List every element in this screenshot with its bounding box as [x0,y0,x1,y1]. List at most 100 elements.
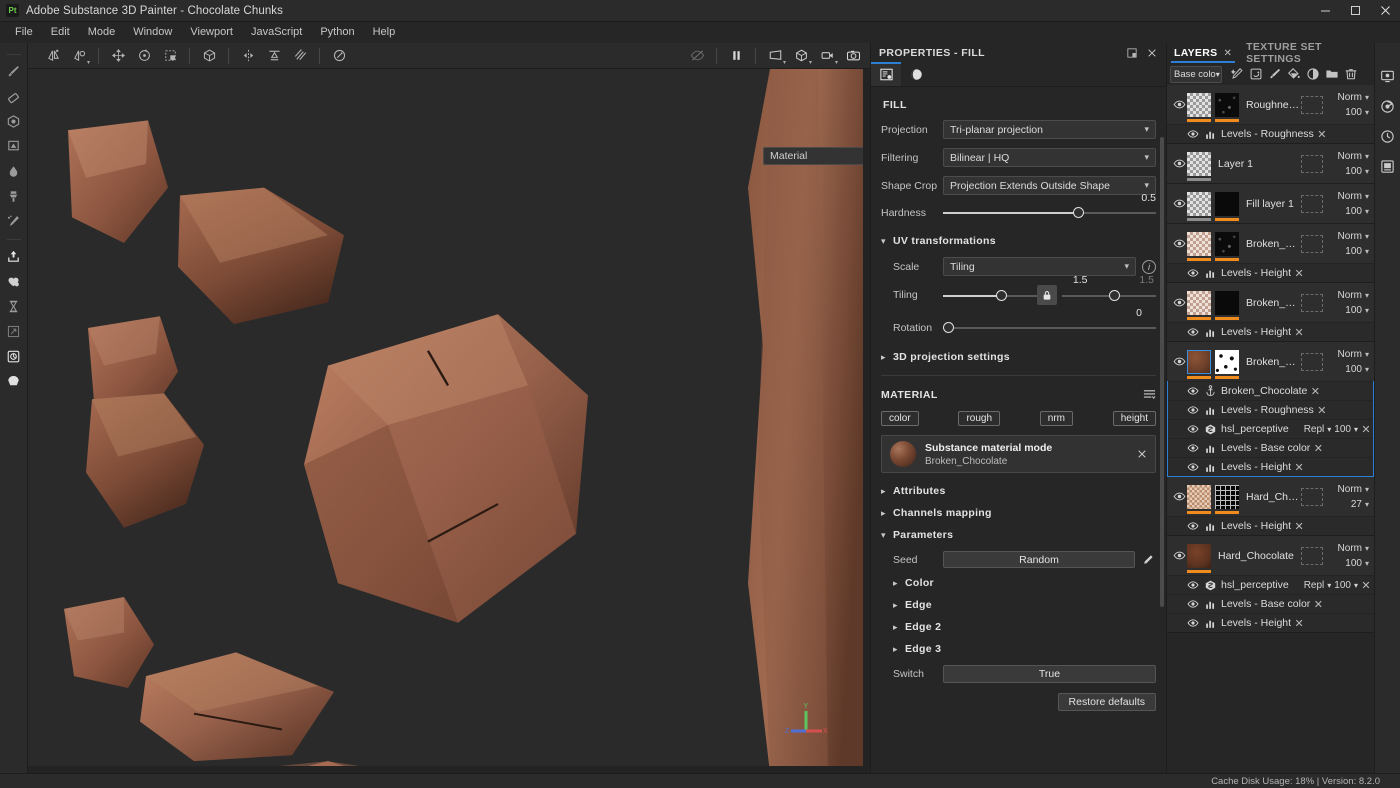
effect-visibility-icon[interactable] [1185,385,1201,397]
symmetry-icon[interactable] [40,44,66,68]
layer-blend-mode[interactable]: Norm ▾ [1338,229,1369,244]
close-button[interactable] [1370,0,1400,22]
seed-field[interactable]: Random [943,551,1135,568]
material-picker-icon[interactable] [2,209,26,233]
mirror-icon[interactable] [235,44,261,68]
menu-javascript[interactable]: JavaScript [242,22,311,43]
close-icon[interactable] [1144,45,1160,61]
effect-remove-icon[interactable]: ✕ [1358,423,1374,436]
effect-remove-icon[interactable]: ✕ [1291,267,1307,280]
effect-blend[interactable]: Repl ▾ 100 ▾ [1304,580,1358,591]
table-row[interactable]: Hard_Chocolate cop... Norm ▾ 27 ▾ [1167,477,1374,516]
layer-mask-slot[interactable] [1301,353,1323,371]
layer-mask-slot[interactable] [1301,488,1323,506]
tab-texture-set-settings[interactable]: TEXTURE SET SETTINGS [1239,43,1374,63]
parameters-header[interactable]: ▾ Parameters [881,529,1156,541]
remove-material-icon[interactable] [1137,449,1147,459]
display-settings-icon[interactable] [1377,63,1399,89]
effect-visibility-icon[interactable] [1185,461,1201,473]
projection-select[interactable]: Tri-planar projection ▾ [943,120,1156,139]
effect-remove-icon[interactable]: ✕ [1314,404,1330,417]
scale-select[interactable]: Tiling ▾ [943,257,1136,276]
cube-icon[interactable] [196,44,222,68]
layer-opacity[interactable]: 100 ▾ [1345,244,1369,259]
effect-remove-icon[interactable]: ✕ [1358,579,1374,592]
layer-mask-slot[interactable] [1301,294,1323,312]
list-item[interactable]: Levels - Base color ✕ [1167,438,1374,457]
layer-blend-mode[interactable]: Norm ▾ [1338,541,1369,556]
layer-blend-mode[interactable]: Norm ▾ [1338,482,1369,497]
projection-icon[interactable] [2,109,26,133]
layer-visibility-icon[interactable] [1171,157,1187,170]
add-mask-icon[interactable] [1303,64,1322,84]
camera-icon[interactable]: ▾ [814,44,840,68]
list-item[interactable]: Levels - Base color ✕ [1167,594,1374,613]
uv-transformations-header[interactable]: ▾ UV transformations [881,235,1156,247]
layer-mask-slot[interactable] [1301,195,1323,213]
resize-icon[interactable] [2,319,26,343]
layer-opacity[interactable]: 100 ▾ [1345,164,1369,179]
table-row[interactable]: Broken_Chocolate c... Norm ▾ 100 ▾ [1167,283,1374,322]
add-effect-icon[interactable] [1227,64,1246,84]
material-menu-icon[interactable] [1143,388,1156,401]
menu-viewport[interactable]: Viewport [181,22,242,43]
layer-opacity[interactable]: 27 ▾ [1351,497,1369,512]
layer-visibility-icon[interactable] [1171,549,1187,562]
delete-layer-icon[interactable] [1341,64,1360,84]
table-row[interactable]: Broken_Chocolate Norm ▾ 100 ▾ [1167,342,1374,381]
channel-selector[interactable]: Base colo ▾ [1170,66,1222,83]
properties-scrollbar[interactable] [1160,137,1164,607]
reset-icon[interactable] [326,44,352,68]
effect-remove-icon[interactable]: ✕ [1314,128,1330,141]
export-icon[interactable] [2,244,26,268]
effect-remove-icon[interactable]: ✕ [1310,598,1326,611]
list-item[interactable]: Broken_Chocolate ✕ [1167,381,1374,400]
close-icon[interactable]: ✕ [1223,48,1232,59]
table-row[interactable]: Roughness Fix Norm ▾ 100 ▾ [1167,85,1374,124]
parameter-group-edge-3[interactable]: ▸ Edge 3 [881,643,1156,655]
add-paint-layer-icon[interactable] [1265,64,1284,84]
add-folder-icon[interactable] [1322,64,1341,84]
effect-visibility-icon[interactable] [1185,128,1201,140]
effect-remove-icon[interactable]: ✕ [1291,326,1307,339]
edit-pencil-icon[interactable] [1140,554,1156,566]
layer-blend-mode[interactable]: Norm ▾ [1338,189,1369,204]
tiling-knob-right[interactable] [1109,290,1120,301]
symmetry-settings-icon[interactable]: ▾ [66,44,92,68]
material-card[interactable]: Substance material mode Broken_Chocolate [881,435,1156,473]
effect-visibility-icon[interactable] [1185,442,1201,454]
channel-chip-color[interactable]: color [881,411,919,426]
layer-mask-slot[interactable] [1301,96,1323,114]
paint-brush-icon[interactable] [2,59,26,83]
tiling-lock-button[interactable] [1037,285,1057,305]
baking-icon[interactable] [2,294,26,318]
list-item[interactable]: hsl_perceptive Repl ▾ 100 ▾ ✕ [1167,419,1374,438]
menu-python[interactable]: Python [311,22,363,43]
menu-mode[interactable]: Mode [79,22,125,43]
3d-viewport[interactable]: Material ▾ Y X Z [28,69,870,773]
rotation-slider[interactable]: 0 [943,319,1156,337]
eraser-icon[interactable] [2,84,26,108]
restore-defaults-button[interactable]: Restore defaults [1058,693,1156,711]
scale-icon[interactable] [157,44,183,68]
effect-visibility-icon[interactable] [1185,579,1201,591]
effect-remove-icon[interactable]: ✕ [1307,385,1323,398]
menu-help[interactable]: Help [364,22,405,43]
effect-remove-icon[interactable]: ✕ [1310,442,1326,455]
hardness-knob[interactable] [1073,207,1084,218]
effect-remove-icon[interactable]: ✕ [1291,520,1307,533]
channel-chip-nrm[interactable]: nrm [1040,411,1073,426]
add-fill-layer-icon[interactable] [1246,64,1265,84]
layer-opacity[interactable]: 100 ▾ [1345,303,1369,318]
tiling-knob-left[interactable] [996,290,1007,301]
list-item[interactable]: Levels - Height ✕ [1167,457,1374,476]
layer-blend-mode[interactable]: Norm ▾ [1338,149,1369,164]
table-row[interactable]: Layer 1 Norm ▾ 100 ▾ [1167,144,1374,183]
effect-remove-icon[interactable]: ✕ [1291,461,1307,474]
parameter-group-edge-2[interactable]: ▸ Edge 2 [881,621,1156,633]
effect-remove-icon[interactable]: ✕ [1291,617,1307,630]
menu-window[interactable]: Window [124,22,181,43]
layer-opacity[interactable]: 100 ▾ [1345,204,1369,219]
tab-material-preview[interactable] [901,63,931,86]
history-icon[interactable] [1377,123,1399,149]
